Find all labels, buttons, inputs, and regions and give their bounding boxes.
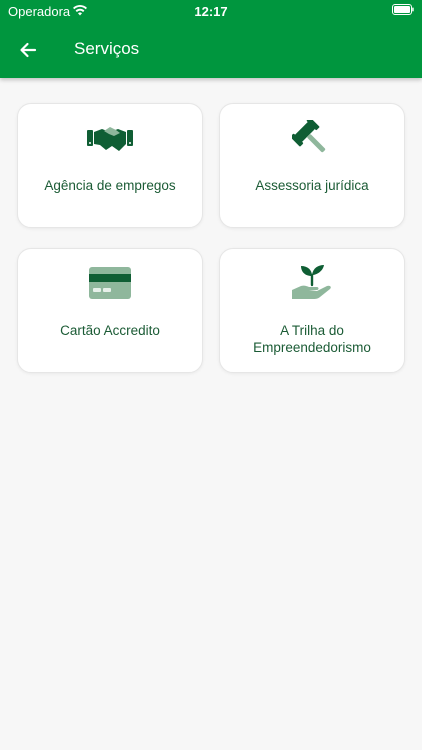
plant-hand-icon bbox=[292, 265, 331, 299]
service-card-trilha-empreendedorismo[interactable]: A Trilha do Empreendedorismo bbox=[219, 248, 405, 373]
service-card-agencia-empregos[interactable]: Agência de empregos bbox=[17, 103, 203, 228]
gavel-icon bbox=[292, 120, 326, 153]
service-label: A Trilha do Empreendedorismo bbox=[253, 323, 371, 355]
page-title: Serviços bbox=[74, 39, 140, 58]
service-label: Agência de empregos bbox=[44, 178, 176, 193]
status-bar: Operadora 12:17 bbox=[0, 0, 422, 22]
app-header: Operadora 12:17 Serviços bbox=[0, 0, 422, 78]
service-card-cartao-accredito[interactable]: Cartão Accredito bbox=[17, 248, 203, 373]
handshake-icon bbox=[87, 127, 133, 151]
battery-icon bbox=[392, 4, 414, 15]
toolbar: Serviços bbox=[0, 22, 422, 78]
back-arrow-icon[interactable] bbox=[14, 36, 42, 64]
service-card-assessoria-juridica[interactable]: Assessoria jurídica bbox=[219, 103, 405, 228]
credit-card-icon bbox=[89, 267, 131, 299]
service-label: Assessoria jurídica bbox=[255, 178, 369, 193]
clock: 12:17 bbox=[194, 4, 228, 19]
service-label: Cartão Accredito bbox=[60, 323, 160, 338]
